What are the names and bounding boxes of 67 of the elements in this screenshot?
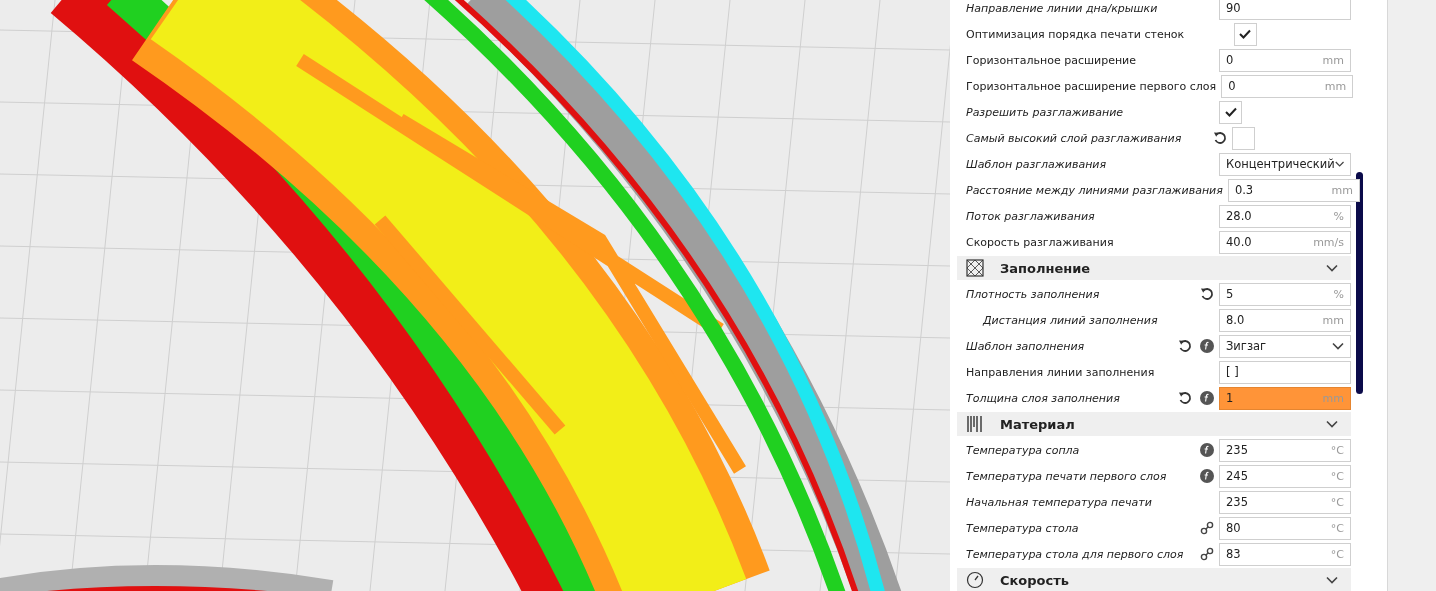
setting-label: Температура сопла [965,443,1081,457]
section-title: Скорость [1000,572,1070,588]
setting-label: Направления линии заполнения [965,365,1156,379]
setting-label: Направление линии дна/крышки [965,1,1159,15]
section-header[interactable]: Заполнение [957,256,1351,280]
unit-label: % [1333,287,1344,301]
setting-label: Скорость разглаживания [965,235,1115,249]
formula-icon [1200,443,1214,457]
setting-label: Температура стола [965,521,1080,535]
setting-label: Самый высокий слой разглаживания [965,131,1182,145]
checkmark-icon [1239,29,1252,39]
setting-label: Шаблон разглаживания [965,157,1108,171]
unit-label: mm [1322,391,1344,405]
setting-label: Горизонтальное расширение первого слоя [965,79,1217,93]
section-title: Материал [1000,416,1076,432]
unit-label: mm [1322,53,1344,67]
checkbox[interactable] [1231,126,1255,150]
unit-label: °C [1330,443,1344,457]
setting-label: Поток разглаживания [965,209,1096,223]
setting-label: Температура стола для первого слоя [965,547,1184,561]
dropdown[interactable]: Концентрический [1219,152,1351,176]
setting-label: Шаблон заполнения [965,339,1086,353]
reset-icon[interactable] [1178,339,1192,353]
formula-icon [1200,391,1214,405]
unit-label: mm [1331,183,1353,197]
setting-label: Температура печати первого слоя [965,469,1167,483]
unit-label: % [1333,209,1344,223]
setting-label: Расстояние между линиями разглаживания [965,183,1223,197]
formula-icon [1200,339,1214,353]
section-header[interactable]: Материал [957,412,1351,436]
chevron-down-icon [1326,420,1338,428]
reset-icon[interactable] [1178,391,1192,405]
link-icon [1200,521,1214,535]
vertical-bars-icon [966,415,984,433]
setting-label: Толщина слоя заполнения [965,391,1121,405]
unit-label: mm [1324,79,1347,93]
setting-label: Начальная температура печати [965,495,1153,509]
input-field[interactable]: 90 [1219,0,1351,20]
unit-label: °C [1330,547,1344,561]
formula-icon [1200,469,1214,483]
dropdown[interactable]: Зигзаг [1219,334,1351,358]
checkbox[interactable] [1219,100,1242,124]
unit-label: °C [1330,469,1344,483]
crosshatch-square-icon [966,259,984,277]
chevron-down-icon [1334,160,1344,168]
input-field[interactable]: [ ] [1219,360,1351,384]
chevron-down-icon [1326,576,1338,584]
setting-label: Плотность заполнения [965,287,1101,301]
checkbox[interactable] [1233,22,1257,46]
unit-label: °C [1330,521,1344,535]
unit-label: mm/s [1313,235,1344,249]
chevron-down-icon [1332,342,1344,350]
section-title: Заполнение [1000,260,1092,276]
gauge-icon [966,571,984,589]
setting-label: Дистанция линий заполнения [981,313,1159,327]
reset-icon[interactable] [1212,131,1227,145]
chevron-down-icon [1326,264,1338,272]
setting-label: Разрешить разглаживание [965,105,1125,119]
reset-icon[interactable] [1200,287,1214,301]
unit-label: °C [1330,495,1344,509]
unit-label: mm [1322,313,1344,327]
checkmark-icon [1224,107,1237,117]
section-header[interactable]: Скорость [957,568,1351,591]
link-icon [1200,547,1214,561]
setting-label: Оптимизация порядка печати стенок [965,27,1185,41]
setting-label: Горизонтальное расширение [965,53,1138,67]
scrollbar-thumb[interactable] [1356,172,1363,394]
